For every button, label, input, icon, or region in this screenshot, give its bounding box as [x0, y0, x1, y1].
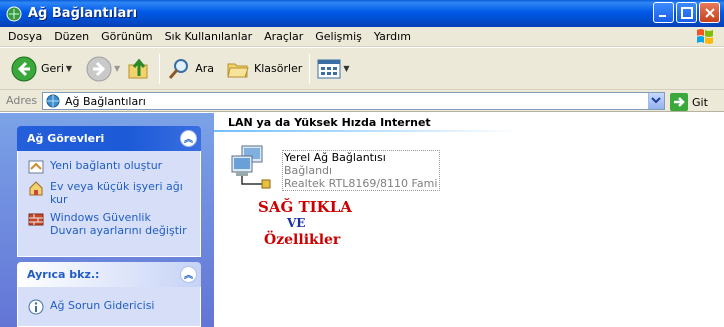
menu-help[interactable]: Yardım [368, 30, 417, 43]
task-label: Ev veya küçük işyeri ağı kur [50, 180, 183, 206]
menu-dosya[interactable]: Dosya [0, 30, 48, 43]
minimize-icon [659, 15, 666, 17]
forward-arrow-icon [86, 56, 112, 81]
lan-connection-item[interactable]: Yerel Ağ Bağlantısı Bağlandı Realtek RTL… [282, 150, 440, 191]
up-button[interactable] [123, 52, 155, 86]
back-arrow-icon [11, 56, 37, 81]
collapse-icon[interactable]: ︽ [180, 130, 197, 147]
address-dropdown-button[interactable] [648, 93, 664, 109]
task-label: Windows Güvenlik Duvarı ayarlarını değiş… [50, 211, 187, 237]
menu-tools[interactable]: Araçlar [258, 30, 309, 43]
search-label: Ara [195, 62, 214, 75]
menu-bar: Dosya Düzen Görünüm Sık Kullanılanlar Ar… [0, 27, 724, 47]
annotation-properties: Özellikler [264, 232, 341, 248]
group-divider [214, 130, 724, 132]
toolbar-separator [309, 53, 311, 84]
search-button[interactable]: Ara [164, 52, 217, 86]
address-input[interactable]: Ağ Bağlantıları [42, 92, 665, 110]
network-connections-icon [46, 94, 60, 108]
toolbar-separator [159, 53, 161, 84]
maximize-icon [681, 7, 693, 19]
group-title: LAN ya da Yüksek Hızda Internet [228, 116, 431, 129]
info-icon [28, 299, 44, 315]
maximize-button[interactable] [676, 2, 697, 23]
folders-label: Klasörler [253, 62, 303, 75]
network-tasks-title: Ağ Görevleri [27, 132, 105, 145]
annotation-right-click: SAĞ TIKLA [258, 198, 352, 216]
back-button[interactable]: Geri ▼ [8, 52, 75, 86]
go-button[interactable]: Git [670, 93, 708, 111]
address-label: Adres [6, 94, 38, 107]
back-dropdown-icon[interactable]: ▼ [66, 64, 72, 73]
views-button[interactable]: ▼ [314, 52, 352, 86]
views-icon [317, 59, 341, 78]
menu-gorunum[interactable]: Görünüm [95, 30, 158, 43]
address-bar: Adres Ağ Bağlantıları Git [0, 90, 724, 112]
views-dropdown-icon[interactable]: ▼ [343, 64, 349, 73]
see-also-panel: Ayrıca bkz.: ︽ Ağ Sorun Gidericisi [17, 262, 201, 327]
folders-icon [227, 63, 249, 77]
network-tasks-panel: Ağ Görevleri ︽ Yeni bağlantı oluştur Ev … [17, 126, 201, 257]
toolbar: Geri ▼ ▼ Ara Klasörler ▼ [0, 48, 724, 90]
menu-favorites[interactable]: Sık Kullanılanlar [159, 30, 259, 43]
task-pane: Ağ Görevleri ︽ Yeni bağlantı oluştur Ev … [0, 113, 214, 327]
address-value: Ağ Bağlantıları [65, 94, 146, 108]
task-home-network[interactable]: Ev veya küçük işyeri ağı kur [28, 180, 190, 206]
go-arrow-icon [670, 93, 688, 111]
content-pane: LAN ya da Yüksek Hızda Internet Yerel Ağ… [214, 113, 724, 327]
windows-logo-icon [697, 29, 713, 44]
title-bar[interactable]: Ağ Bağlantıları [0, 0, 724, 27]
folders-button[interactable]: Klasörler [223, 52, 305, 86]
home-network-icon [29, 181, 43, 196]
forward-dropdown-icon[interactable]: ▼ [114, 64, 120, 73]
chevron-down-icon [651, 97, 661, 104]
see-also-title: Ayrıca bkz.: [27, 268, 100, 281]
menu-advanced[interactable]: Gelişmiş [309, 30, 368, 43]
see-also-header[interactable]: Ayrıca bkz.: ︽ [17, 262, 201, 287]
window-title: Ağ Bağlantıları [28, 6, 138, 21]
see-also-body: Ağ Sorun Gidericisi [17, 287, 201, 327]
task-new-connection[interactable]: Yeni bağlantı oluştur [28, 159, 190, 175]
back-label: Geri [41, 62, 64, 75]
close-button[interactable] [699, 2, 720, 23]
new-connection-icon [28, 160, 44, 174]
task-firewall-settings[interactable]: Windows Güvenlik Duvarı ayarlarını değiş… [28, 211, 190, 237]
connection-status: Bağlandı [284, 164, 333, 177]
network-connections-icon [6, 6, 22, 21]
folder-up-icon [128, 58, 148, 78]
close-icon [705, 8, 715, 18]
firewall-icon [28, 213, 44, 226]
task-label: Ağ Sorun Gidericisi [50, 299, 155, 312]
annotation-and: VE [287, 216, 306, 230]
task-troubleshooter[interactable]: Ağ Sorun Gidericisi [28, 299, 190, 315]
go-label: Git [692, 95, 708, 109]
forward-button[interactable]: ▼ [83, 52, 123, 86]
collapse-icon[interactable]: ︽ [180, 266, 197, 283]
menu-duzen[interactable]: Düzen [48, 30, 95, 43]
search-icon [169, 58, 189, 79]
connection-name: Yerel Ağ Bağlantısı [284, 151, 386, 164]
network-tasks-body: Yeni bağlantı oluştur Ev veya küçük işye… [17, 151, 201, 257]
task-label: Yeni bağlantı oluştur [50, 159, 163, 172]
network-tasks-header[interactable]: Ağ Görevleri ︽ [17, 126, 201, 151]
lan-connection-icon[interactable] [228, 144, 278, 194]
connection-device: Realtek RTL8169/8110 Family ... [284, 177, 438, 190]
minimize-button[interactable] [653, 2, 674, 23]
